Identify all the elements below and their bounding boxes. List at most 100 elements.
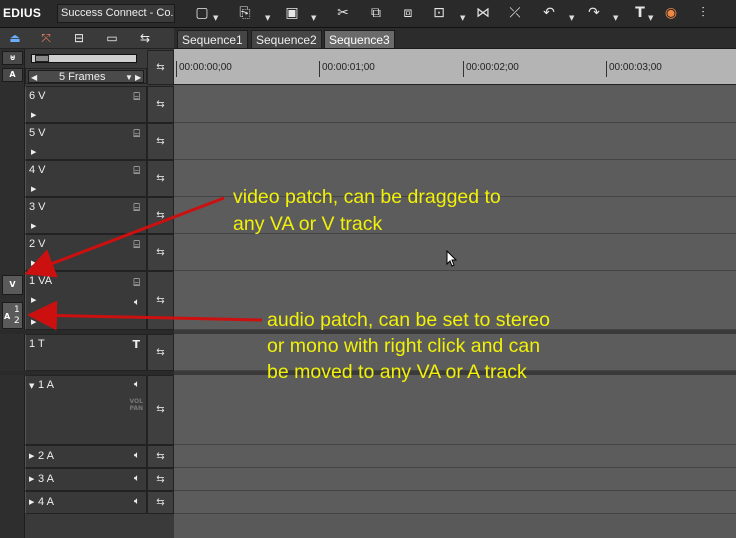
track-2a-header[interactable]: ▶ 2 A 🔈︎ [25, 445, 147, 468]
audio-patch-label: A [4, 312, 11, 321]
video-mute-icon[interactable]: ⌸ [133, 238, 140, 252]
mode-icon[interactable]: ⏏ [4, 30, 26, 47]
chevron-right-icon[interactable]: ▶ [135, 72, 141, 83]
video-mute-icon[interactable]: ⌸ [133, 164, 140, 178]
track-1a-header[interactable]: ▼ 1 A 🔈︎ VOL PAN [25, 375, 147, 445]
track-6v-header[interactable]: 6 V ⌸ ▶ [25, 86, 147, 123]
sync-lock-icon[interactable]: ⇆ [147, 491, 174, 514]
track-lane-6v[interactable] [174, 86, 736, 123]
video-patch[interactable]: V [2, 275, 23, 295]
chevron-down-icon[interactable]: ▼ [311, 14, 317, 22]
chevron-down-icon[interactable]: ▼ [265, 14, 271, 22]
sync-lock-icon[interactable]: ⇆ [147, 468, 174, 491]
track-3v-header[interactable]: 3 V ⌸ ▶ [25, 197, 147, 234]
video-mute-icon[interactable]: ⌸ [133, 276, 140, 290]
track-lane-1a[interactable] [174, 375, 736, 445]
chevron-down-icon[interactable]: ▼ [213, 14, 219, 22]
sync-lock-icon[interactable]: ⇆ [147, 160, 174, 197]
speaker-icon[interactable]: 🔈︎ [134, 450, 140, 461]
track-1va-header[interactable]: 1 VA ⌸ 🔈︎ ▶ ▶ [25, 271, 147, 330]
audio-lock-icon[interactable]: A [2, 68, 23, 82]
zoom-slider[interactable] [31, 54, 137, 63]
track-2v-header[interactable]: 2 V ⌸ ▶ [25, 234, 147, 271]
collapse-arrow-icon[interactable]: ▼ [29, 382, 34, 390]
sync-lock-icon[interactable]: ⇆ [147, 234, 174, 271]
chevron-down-icon[interactable]: ▼ [460, 14, 466, 22]
sync-lock-icon[interactable]: ⇆ [147, 271, 174, 330]
expand-arrow-icon[interactable]: ▶ [31, 148, 36, 156]
expand-arrow-icon[interactable]: ▶ [31, 259, 36, 267]
copy-icon[interactable]: ⧉ [366, 3, 386, 23]
track-label: 1 A [38, 379, 54, 391]
chevron-down-icon[interactable]: ▼ [648, 14, 654, 22]
expand-icon[interactable]: ⇆ [147, 50, 174, 85]
track-4v-header[interactable]: 4 V ⌸ ▶ [25, 160, 147, 197]
sync-lock-icon[interactable]: ⇆ [147, 197, 174, 234]
title-mute-icon[interactable]: T [132, 338, 140, 351]
timescale-select[interactable]: ◀ 5 Frames ▼ ▶ [28, 70, 144, 83]
sync-lock-icon[interactable]: ⇆ [147, 334, 174, 371]
chevron-down-icon[interactable]: ▼ [125, 72, 133, 83]
cut-icon[interactable]: ✂ [333, 3, 353, 23]
track-lane-3a[interactable] [174, 468, 736, 491]
expand-arrow-icon[interactable]: ▶ [31, 296, 36, 304]
speaker-icon[interactable]: 🔈︎ [134, 379, 140, 390]
expand-arrow-icon[interactable]: ▶ [31, 111, 36, 119]
track-4a-header[interactable]: ▶ 4 A 🔈︎ [25, 491, 147, 514]
open-icon[interactable]: ⎘ [235, 3, 255, 23]
undo-icon[interactable]: ↶ [539, 3, 559, 23]
track-lane-2a[interactable] [174, 445, 736, 468]
tab-sequence3[interactable]: Sequence3 [324, 30, 395, 49]
video-mute-icon[interactable]: ⌸ [133, 127, 140, 141]
snap-icon[interactable]: ⤧ [35, 30, 57, 47]
slider-handle[interactable] [35, 55, 49, 62]
expand-arrow-icon[interactable]: ▶ [31, 185, 36, 193]
expand-arrow-icon[interactable]: ▶ [31, 222, 36, 230]
replace-icon[interactable]: ⊡ [429, 3, 449, 23]
track-lane-5v[interactable] [174, 123, 736, 160]
vol-pan-toggle[interactable]: VOL PAN [129, 398, 143, 412]
chevron-down-icon[interactable]: ▼ [569, 14, 575, 22]
paste-icon[interactable]: ⧈ [398, 3, 418, 23]
expand-arrow-icon[interactable]: ▶ [29, 475, 34, 483]
new-icon[interactable]: ▢ [192, 3, 212, 23]
sync-lock-icon[interactable]: ⇆ [147, 445, 174, 468]
project-name-field[interactable]: Success Connect - Co... [57, 4, 175, 23]
speaker-icon[interactable]: 🔈︎ [134, 473, 140, 484]
delete-icon[interactable]: ⤫ [505, 3, 525, 23]
chevron-left-icon[interactable]: ◀ [31, 72, 37, 83]
tab-sequence2[interactable]: Sequence2 [251, 30, 322, 49]
speaker-icon[interactable]: 🔈︎ [134, 297, 140, 308]
track-1t-header[interactable]: 1 T T [25, 334, 147, 371]
sync-lock-icon[interactable]: ⇆ [147, 123, 174, 160]
track-label: 1 VA [29, 275, 53, 287]
track-label: 4 A [38, 496, 54, 508]
save-icon[interactable]: ▣ [282, 3, 302, 23]
expand-arrow-icon[interactable]: ▶ [31, 318, 36, 326]
timecode-label: 00:00:02;00 [466, 62, 519, 73]
chevron-down-icon[interactable]: ▼ [613, 14, 619, 22]
redo-icon[interactable]: ↷ [584, 3, 604, 23]
color-icon[interactable]: ◉ [661, 3, 681, 23]
video-mute-icon[interactable]: ⌸ [133, 90, 140, 104]
track-height-icon[interactable]: ▭ [101, 30, 123, 47]
mixer-icon[interactable]: ⫶ [693, 3, 713, 23]
tab-sequence1[interactable]: Sequence1 [177, 30, 248, 49]
sync-lock-icon[interactable]: ⇆ [147, 375, 174, 445]
video-mute-icon[interactable]: ⌸ [133, 201, 140, 215]
track-lane-4a[interactable] [174, 491, 736, 514]
time-ruler[interactable]: 00:00:00;00 00:00:01;00 00:00:02;00 00:0… [174, 49, 736, 85]
title-icon[interactable]: T [630, 3, 650, 23]
expand-arrow-icon[interactable]: ▶ [29, 452, 34, 460]
expand-arrow-icon[interactable]: ▶ [29, 498, 34, 506]
sync-lock-icon[interactable]: ⇆ [147, 86, 174, 123]
video-lock-icon[interactable]: ⊍ [2, 51, 23, 65]
track-3a-header[interactable]: ▶ 3 A 🔈︎ [25, 468, 147, 491]
sync-icon[interactable]: ⊟ [68, 30, 90, 47]
timeline-area[interactable]: 00:00:00;00 00:00:01;00 00:00:02;00 00:0… [174, 49, 736, 538]
expand-icon[interactable]: ⇆ [134, 30, 156, 47]
audio-patch[interactable]: A 1 2 [2, 302, 23, 329]
ripple-delete-icon[interactable]: ⋈ [473, 3, 493, 23]
speaker-icon[interactable]: 🔈︎ [134, 496, 140, 507]
track-5v-header[interactable]: 5 V ⌸ ▶ [25, 123, 147, 160]
